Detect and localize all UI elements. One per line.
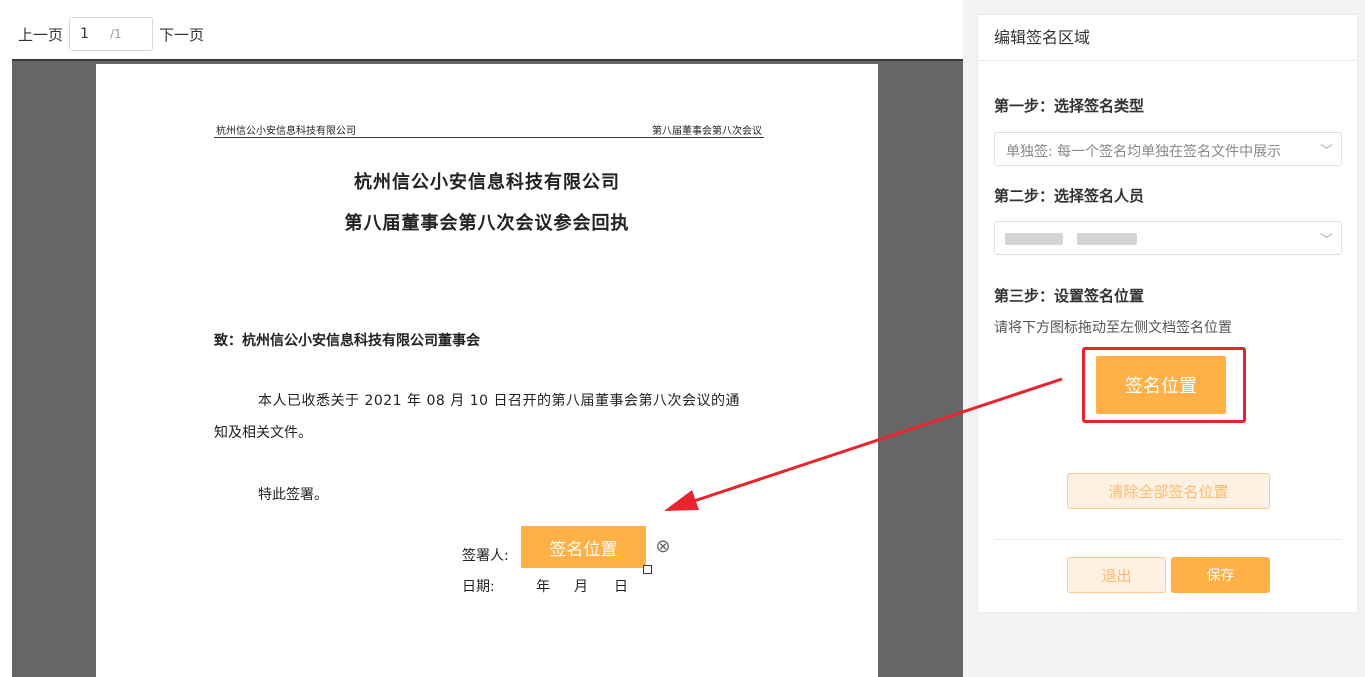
document-title-line2: 第八届董事会第八次会议参会回执	[344, 213, 630, 234]
header-company: 杭州信公小安信息科技有限公司	[216, 126, 356, 137]
step3-label: 第三步：设置签名位置	[994, 287, 1145, 305]
chevron-down-icon: ﹀	[1319, 233, 1333, 248]
current-page[interactable]: 1	[80, 26, 110, 42]
signer-label: 签署人:	[462, 548, 509, 564]
total-pages: /1	[110, 27, 122, 41]
document-page[interactable]: 杭州信公小安信息科技有限公司 第八届董事会第八次会议 杭州信公小安信息科技有限公…	[96, 64, 878, 677]
step1-label: 第一步：选择签名类型	[994, 97, 1145, 115]
header-meeting: 第八届董事会第八次会议	[652, 126, 762, 137]
addressee: 致：杭州信公小安信息科技有限公司董事会	[214, 333, 480, 349]
page-number-input[interactable]: 1 /1	[69, 17, 154, 51]
date-month: 月	[574, 579, 588, 595]
exit-button[interactable]: 退出	[1067, 557, 1166, 593]
placed-signature-box[interactable]: 签名位置	[521, 526, 646, 568]
divider	[994, 539, 1342, 540]
body-text-line2: 知及相关文件。	[214, 425, 312, 441]
panel-title: 编辑签名区域	[978, 15, 1357, 61]
close-circle-icon[interactable]: ⊗	[653, 537, 673, 557]
signature-type-value: 单独签: 每一个签名均单独在签名文件中展示	[1006, 144, 1282, 160]
next-page-link[interactable]: 下一页	[159, 24, 204, 45]
date-label: 日期:	[462, 579, 495, 595]
signer-select[interactable]: ﹀	[994, 221, 1342, 255]
signature-type-select[interactable]: 单独签: 每一个签名均单独在签名文件中展示 ﹀	[994, 132, 1342, 166]
redacted-name	[1077, 233, 1137, 245]
body-text-line1: 本人已收悉关于 2021 年 08 月 10 日召开的第八届董事会第八次会议的通	[258, 393, 740, 409]
document-viewer: 上一页 1 /1 下一页 杭州信公小安信息科技有限公司 第八届董事会第八次会议 …	[0, 0, 963, 677]
date-year: 年	[536, 579, 550, 595]
date-day: 日	[614, 579, 628, 595]
step3-hint: 请将下方图标拖动至左侧文档签名位置	[994, 320, 1232, 336]
save-button[interactable]: 保存	[1171, 557, 1270, 593]
resize-handle[interactable]	[643, 565, 652, 574]
chevron-down-icon: ﹀	[1319, 144, 1333, 159]
body-text-line3: 特此签署。	[258, 487, 328, 503]
document-canvas[interactable]: 杭州信公小安信息科技有限公司 第八届董事会第八次会议 杭州信公小安信息科技有限公…	[12, 59, 963, 677]
signature-drag-source[interactable]: 签名位置	[1096, 356, 1226, 414]
step2-label: 第二步：选择签名人员	[994, 187, 1145, 205]
page-header: 杭州信公小安信息科技有限公司 第八届董事会第八次会议	[214, 120, 764, 138]
pager: 上一页 1 /1 下一页	[0, 14, 204, 54]
clear-all-signatures-button[interactable]: 清除全部签名位置	[1067, 473, 1270, 509]
document-title-line1: 杭州信公小安信息科技有限公司	[354, 172, 620, 193]
redacted-name	[1005, 233, 1063, 245]
prev-page-link[interactable]: 上一页	[18, 24, 63, 45]
signature-edit-panel: 编辑签名区域 第一步：选择签名类型 单独签: 每一个签名均单独在签名文件中展示 …	[977, 14, 1358, 613]
